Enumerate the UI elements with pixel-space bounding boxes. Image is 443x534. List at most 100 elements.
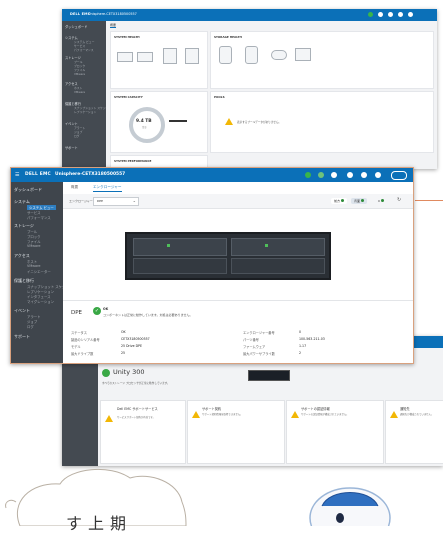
title-bar: DELL EMC Unisphere-CETX3180500557 — [62, 9, 437, 21]
sidebar-item-dashboard[interactable]: ダッシュボード — [65, 24, 87, 29]
sp-module-b — [231, 238, 325, 256]
system-capacity-card: SYSTEM CAPACITY 9.4 TB 空き — [110, 91, 208, 153]
sidebar-subitem[interactable]: VMware — [74, 72, 85, 76]
pools-message: 表示するプールデータがありません。 — [237, 121, 282, 124]
port-led — [265, 244, 268, 247]
help-icon[interactable] — [375, 172, 381, 178]
storage-processor-icon — [137, 52, 153, 62]
sidebar-subitem[interactable]: VMware — [74, 90, 85, 94]
sidebar-item-support[interactable]: サポート — [65, 145, 78, 150]
bubble-char: す — [66, 514, 89, 533]
prop-key: ファームウェア — [243, 345, 266, 349]
sidebar-subitem[interactable]: ログ — [27, 324, 34, 329]
enclosure-label: エンクロージャー — [69, 199, 93, 203]
dpe-status: OK — [103, 307, 109, 311]
view-rear-toggle[interactable]: 背面 — [351, 198, 367, 204]
folder-icon — [295, 48, 311, 61]
status-icon[interactable] — [318, 172, 324, 178]
card-title: サポート契約 — [202, 407, 222, 411]
support-card-credentials[interactable]: サポートの認証情報 サポートの認証情報が構成されていません。 — [286, 400, 384, 464]
prop-key: 最大ドライブ数 — [71, 352, 94, 356]
tab-overview[interactable]: 概要 — [110, 23, 117, 28]
sidebar-item-dashboard[interactable]: ダッシュボード — [14, 187, 42, 193]
ok-dot-icon — [380, 199, 384, 202]
disk-icon — [163, 48, 177, 64]
mascot-image — [309, 487, 391, 526]
card-title: STORAGE HEALTH — [214, 35, 242, 39]
ok-dot-icon — [340, 199, 344, 202]
support-card-contract[interactable]: サポート契約 サポート契約情報を取得できません。 — [187, 400, 285, 464]
tab-enclosure[interactable]: エンクロージャー — [93, 185, 122, 192]
divider — [63, 300, 413, 301]
prop-value: OK — [121, 330, 126, 334]
dpe-name: DPE — [71, 310, 83, 316]
warning-icon — [291, 411, 299, 418]
settings-icon[interactable] — [347, 172, 353, 178]
user-icon[interactable] — [398, 12, 403, 17]
refresh-icon[interactable]: ↻ — [397, 197, 401, 203]
prop-value: CETX3180500557 — [121, 337, 150, 341]
count-indicator: 0 — [375, 198, 387, 204]
alert-icon[interactable] — [378, 12, 383, 17]
help-icon[interactable] — [408, 12, 413, 17]
settings-icon[interactable] — [388, 12, 393, 17]
title-bar: ☰ DELL EMC Unisphere-CETX3180500557 — [11, 168, 413, 182]
card-text: 通知先が構成されていません。 — [400, 413, 434, 416]
bubble-text: す上期 — [66, 510, 132, 534]
sidebar-subitem[interactable]: ログ — [74, 134, 80, 138]
sidebar-subitem[interactable]: VMware — [27, 264, 41, 268]
card-title: POOLS — [214, 95, 225, 99]
sidebar-subitem[interactable]: VMware — [27, 244, 41, 248]
storage-health-card: STORAGE HEALTH — [210, 31, 434, 89]
disk-icon — [185, 48, 199, 64]
prop-key: ステータス — [71, 331, 87, 335]
system-name: Unisphere-CETX3180500557 — [55, 172, 126, 177]
sp-module-a — [133, 238, 227, 256]
brand-logo: DELL EMC — [25, 172, 51, 177]
toggle-label: 前方 — [334, 199, 341, 203]
status-ok-icon — [102, 369, 110, 377]
sidebar-subitem[interactable]: レプリケーション — [74, 110, 96, 114]
support-card-service[interactable]: Dell EMC サポートサービス サービスサポート契約が有効です。 — [100, 400, 186, 464]
sidebar — [62, 348, 98, 466]
system-health-card: SYSTEM HEALTH — [110, 31, 208, 89]
product-name: Unity 300 — [113, 368, 145, 376]
card-title: サポートの認証情報 — [301, 407, 330, 411]
chevron-down-icon: ⌄ — [132, 198, 136, 203]
prop-value: 25 — [121, 351, 126, 355]
prop-key: エンクロージャー番号 — [243, 331, 275, 335]
sidebar-item-support[interactable]: サポート — [14, 334, 30, 340]
prop-key: 製品のシリアル番号 — [71, 338, 100, 342]
dpe-message: コンポーネントは正常に動作しています。対処は必要ありません。 — [103, 313, 193, 317]
card-title: Dell EMC サポートサービス — [117, 407, 158, 411]
sidebar-subitem[interactable]: パフォーマンス — [27, 215, 51, 220]
prop-key: モデル — [71, 345, 81, 349]
connector-line — [415, 200, 443, 201]
sidebar-subitem[interactable]: パフォーマンス — [74, 48, 94, 52]
tab-overview[interactable]: 概要 — [71, 185, 78, 190]
alert-icon[interactable] — [331, 172, 337, 178]
view-front-toggle[interactable]: 前方 — [331, 198, 347, 204]
pools-card: POOLS 表示するプールデータがありません。 — [210, 91, 434, 153]
sidebar-subitem[interactable]: イニシエーター — [27, 269, 51, 274]
sidebar-subitem[interactable]: マイグレーション — [27, 299, 54, 304]
sidebar: ダッシュボード システム システム ビュー サービス パフォーマンス ストレージ… — [62, 21, 114, 169]
card-text: サービスサポート契約が有効です。 — [117, 416, 156, 419]
enclosure-rear-image[interactable] — [125, 232, 331, 280]
user-icon[interactable] — [361, 172, 367, 178]
prop-value: 0 — [299, 330, 302, 334]
health-ok-icon[interactable] — [368, 12, 373, 17]
enclosure-select[interactable]: DPE ⌄ — [93, 197, 139, 206]
support-card-notification[interactable]: 通知先 通知先が構成されていません。 — [385, 400, 443, 464]
capacity-bar — [169, 120, 187, 122]
prop-value: 1.17 — [299, 344, 307, 348]
menu-icon[interactable]: ☰ — [15, 172, 19, 178]
content: 概要 SYSTEM HEALTH STORAGE HEALTH SYSTEM C… — [106, 21, 437, 169]
health-ok-icon[interactable] — [305, 172, 311, 178]
ok-dot-icon — [360, 199, 364, 202]
toggle-label: 背面 — [354, 199, 361, 203]
card-text: サポートの認証情報が構成されていません。 — [301, 413, 349, 416]
cloud-icon — [271, 50, 287, 60]
card-text: サポート契約情報を取得できません。 — [202, 413, 243, 416]
prop-key: 最大パワーサプライ数 — [243, 352, 275, 356]
